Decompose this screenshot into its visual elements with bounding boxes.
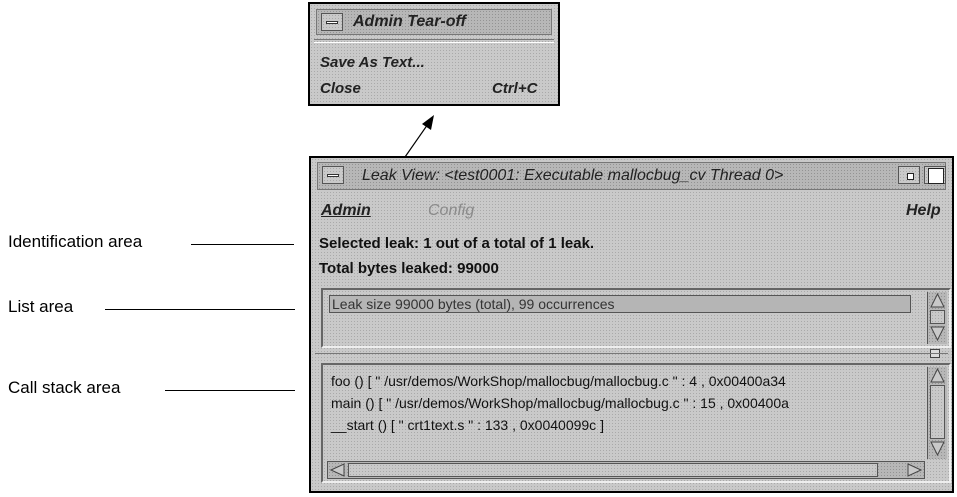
scroll-down-arrow-icon[interactable] [929, 440, 946, 457]
tearoff-titlebar[interactable]: Admin Tear-off [316, 9, 552, 35]
menu-help[interactable]: Help [906, 202, 941, 220]
pane-divider [315, 353, 948, 354]
menu-admin[interactable]: Admin [321, 202, 371, 220]
tearoff-title: Admin Tear-off [353, 13, 466, 30]
list-vertical-scrollbar[interactable] [927, 292, 947, 344]
minimize-button[interactable] [898, 166, 920, 184]
menu-config[interactable]: Config [428, 202, 474, 220]
window-menu-icon [326, 21, 338, 24]
stack-frame[interactable]: __start () [ " crt1text.s " : 133 , 0x00… [331, 417, 604, 433]
menu-item-close[interactable]: Close [320, 80, 361, 97]
maximize-button[interactable] [924, 166, 946, 184]
stack-horizontal-scrollbar[interactable] [327, 461, 925, 479]
stack-vertical-scrollbar[interactable] [927, 367, 947, 459]
window-title: Leak View: <test0001: Executable mallocb… [362, 167, 784, 184]
scroll-right-arrow-icon[interactable] [906, 462, 923, 478]
leak-list: Leak size 99000 bytes (total), 99 occurr… [321, 288, 951, 348]
total-bytes-text: Total bytes leaked: 99000 [319, 260, 499, 277]
minimize-icon [907, 173, 914, 180]
selected-leak-text: Selected leak: 1 out of a total of 1 lea… [319, 235, 595, 252]
stack-frame[interactable]: foo () [ " /usr/demos/WorkShop/mallocbug… [331, 373, 786, 389]
window-menu-button[interactable] [321, 13, 343, 31]
scroll-up-arrow-icon[interactable] [929, 367, 946, 384]
scroll-up-arrow-icon[interactable] [929, 292, 946, 309]
menu-separator [314, 39, 554, 43]
window-titlebar[interactable]: Leak View: <test0001: Executable mallocb… [317, 162, 946, 190]
list-item[interactable]: Leak size 99000 bytes (total), 99 occurr… [329, 295, 911, 313]
stack-frame[interactable]: main () [ " /usr/demos/WorkShop/mallocbu… [331, 395, 789, 411]
window-menu-icon [327, 174, 339, 177]
window-menu-button[interactable] [322, 166, 344, 184]
close-shortcut: Ctrl+C [492, 80, 538, 97]
scroll-down-arrow-icon[interactable] [929, 325, 946, 342]
leak-view-window: Leak View: <test0001: Executable mallocb… [309, 156, 954, 493]
admin-tearoff-menu: Admin Tear-off Save As Text... Close Ctr… [308, 2, 560, 106]
stack-scroll-thumb[interactable] [930, 385, 945, 439]
menu-item-save-as-text[interactable]: Save As Text... [320, 54, 425, 71]
scroll-left-arrow-icon[interactable] [329, 462, 346, 478]
call-stack-list: foo () [ " /usr/demos/WorkShop/mallocbug… [321, 363, 951, 483]
maximize-icon [928, 168, 944, 184]
horizontal-scroll-thumb[interactable] [348, 463, 878, 477]
list-scroll-thumb[interactable] [930, 310, 945, 324]
